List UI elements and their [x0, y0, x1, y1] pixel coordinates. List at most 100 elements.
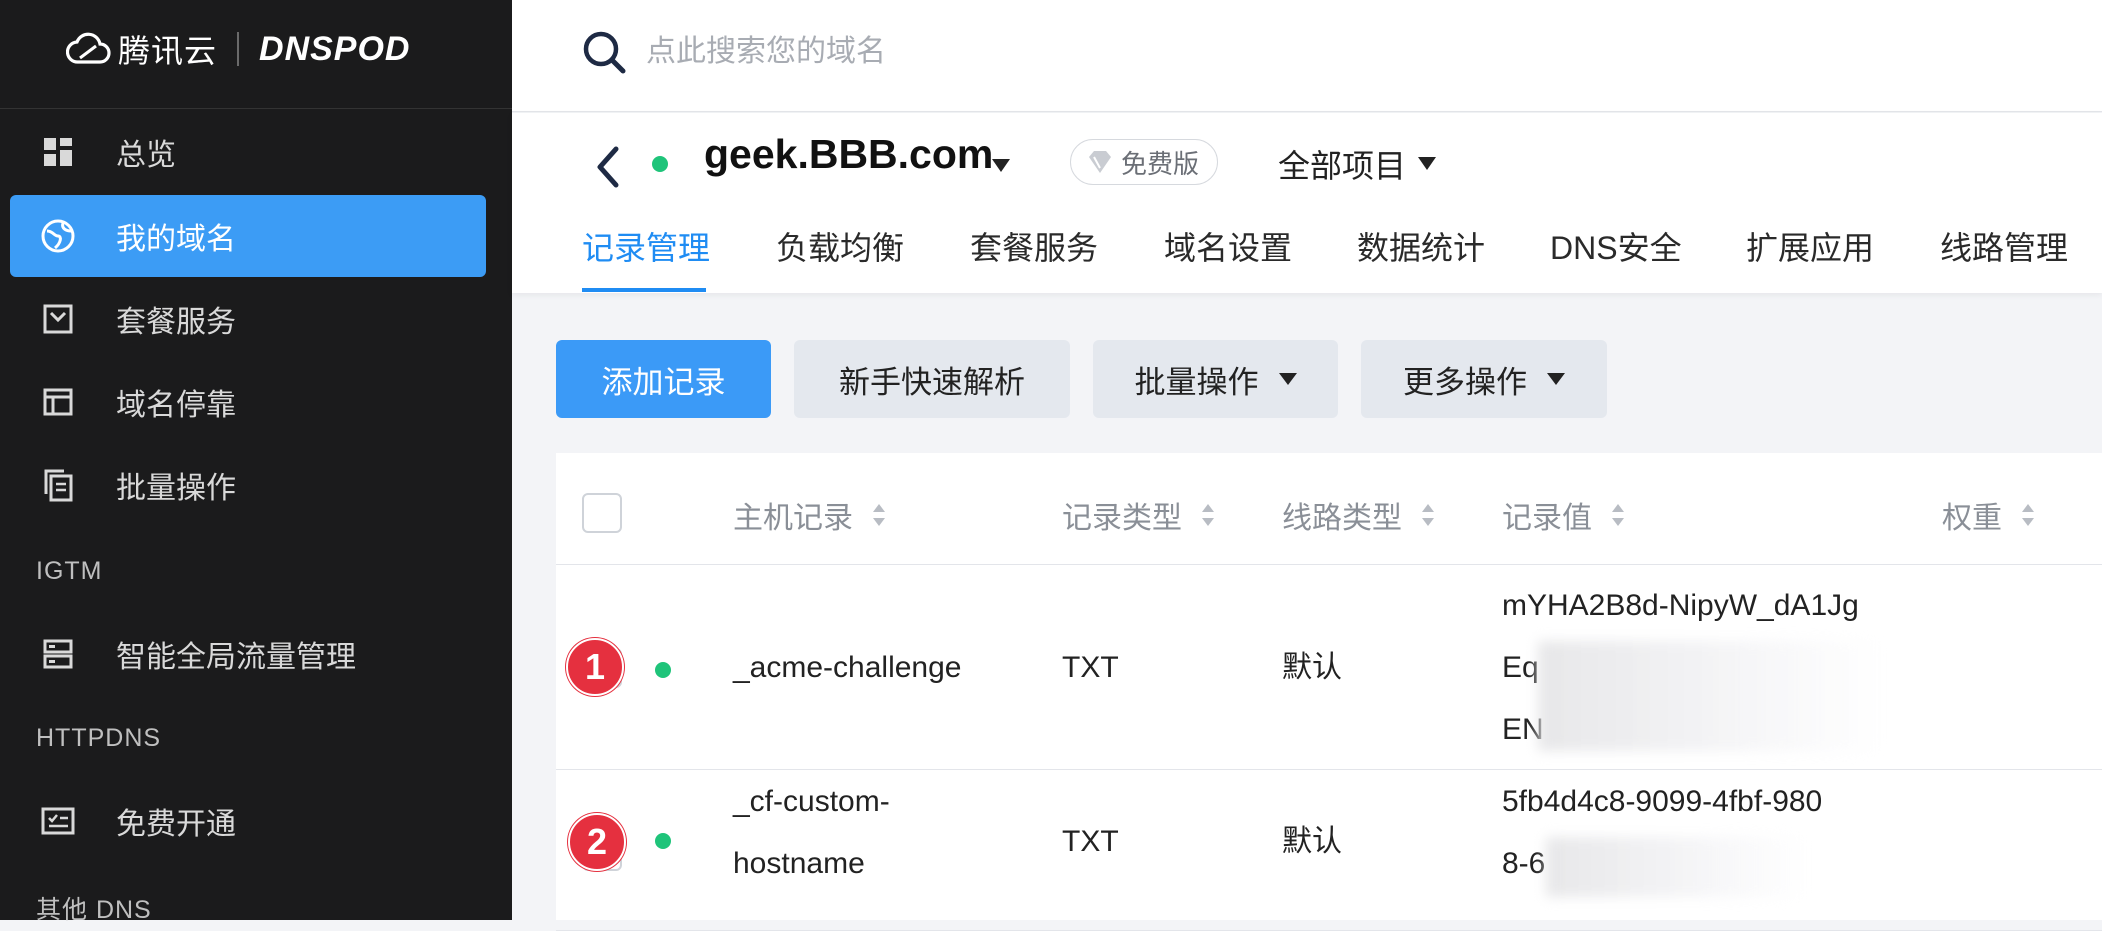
col-value-label: 记录值: [1502, 502, 1592, 535]
annotation-badge: 2: [568, 813, 626, 871]
active-tab-underline: [582, 288, 706, 292]
redacted-value-blur: [1546, 837, 1806, 897]
group-label-igtm: IGTM: [36, 557, 103, 585]
diamond-icon: [1089, 151, 1111, 173]
batch-actions-button[interactable]: 批量操作: [1093, 340, 1338, 418]
checklist-icon: [40, 803, 76, 839]
domain-search-input[interactable]: [644, 28, 1544, 76]
col-type-label: 记录类型: [1062, 502, 1182, 535]
table-header: 主机记录 记录类型 线路类型 记录值 权重: [556, 453, 2102, 565]
more-actions-label: 更多操作: [1403, 364, 1527, 400]
domain-status-dot: [652, 156, 668, 172]
quick-setup-button[interactable]: 新手快速解析: [794, 340, 1070, 418]
tab-statistics[interactable]: 数据统计: [1357, 223, 1485, 269]
sidebar-item-plans[interactable]: 套餐服务: [10, 278, 486, 360]
tab-line-management[interactable]: 线路管理: [1940, 223, 2068, 269]
col-line-label: 线路类型: [1282, 502, 1402, 535]
col-value[interactable]: 记录值: [1502, 493, 1626, 537]
group-label-other-dns: 其他 DNS: [36, 896, 152, 924]
sidebar-item-overview[interactable]: 总览: [10, 111, 486, 193]
record-value-line-2: Eq: [1502, 651, 1539, 684]
redacted-value-blur: [1538, 641, 1883, 751]
table-row[interactable]: 1 _acme-challenge TXT 默认 mYHA2B8d-NipyW_…: [556, 566, 2102, 770]
table-row[interactable]: 2 _cf-custom- hostname TXT 默认 5fb4d4c8-9…: [556, 771, 2102, 931]
chevron-down-icon: [1547, 373, 1565, 385]
sidebar-item-label: 智能全局流量管理: [116, 641, 356, 674]
record-host: _acme-challenge: [733, 651, 962, 684]
domain-header: geek.BBB.com 免费版 全部项目 记录管理 负载均衡 套餐服务 域名设…: [512, 113, 2102, 293]
sidebar-divider: [0, 108, 512, 109]
tab-domain-settings[interactable]: 域名设置: [1164, 223, 1292, 269]
sidebar-item-label: 批量操作: [116, 472, 236, 505]
sidebar-item-label: 我的域名: [116, 223, 236, 256]
globe-icon: [40, 218, 76, 254]
col-weight[interactable]: 权重: [1942, 493, 2036, 537]
brand-en: DNSPOD: [259, 29, 411, 68]
sidebar-item-free-activate[interactable]: 免费开通: [10, 780, 486, 862]
more-actions-button[interactable]: 更多操作: [1361, 340, 1607, 418]
col-host[interactable]: 主机记录: [733, 493, 887, 537]
project-dropdown-caret-icon[interactable]: [1418, 157, 1436, 170]
plan-badge[interactable]: 免费版: [1070, 139, 1219, 185]
col-line[interactable]: 线路类型: [1282, 493, 1436, 537]
record-value-line-1: mYHA2B8d-NipyW_dA1Jg: [1502, 589, 1859, 622]
sidebar-item-label: 免费开通: [116, 808, 236, 841]
col-weight-label: 权重: [1942, 502, 2002, 535]
tab-plans[interactable]: 套餐服务: [970, 223, 1098, 269]
dns-records-table: 主机记录 记录类型 线路类型 记录值 权重 1 _acme-challenge …: [556, 453, 2102, 931]
domain-name[interactable]: geek.BBB.com: [704, 131, 993, 178]
brand-cn: 腾讯云: [118, 33, 218, 69]
back-arrow-icon[interactable]: [592, 143, 622, 191]
add-record-button[interactable]: 添加记录: [556, 340, 771, 418]
logo[interactable]: 腾讯云 DNSPOD: [66, 24, 410, 74]
sidebar-item-batch[interactable]: 批量操作: [10, 444, 486, 526]
sidebar: 腾讯云 DNSPOD 总览 我的域名 套餐服务 域名停靠 批量操作 IGTM 智…: [0, 0, 512, 924]
dashboard-grid-icon: [40, 134, 76, 170]
sort-icon[interactable]: [2022, 502, 2036, 528]
sidebar-item-igtm[interactable]: 智能全局流量管理: [10, 613, 486, 695]
annotation-badge: 1: [566, 638, 624, 696]
record-value-line-1: 5fb4d4c8-9099-4fbf-980: [1502, 785, 1823, 818]
tab-records[interactable]: 记录管理: [582, 223, 710, 269]
record-host-line-2: hostname: [733, 847, 865, 880]
sidebar-item-label: 域名停靠: [116, 389, 236, 422]
chevron-down-icon: [1278, 373, 1297, 385]
record-status-dot: [655, 833, 671, 849]
record-value-line-2: 8-6: [1502, 847, 1546, 880]
group-label-httpdns: HTTPDNS: [36, 724, 162, 752]
select-all-checkbox[interactable]: [582, 493, 622, 533]
domain-dropdown-caret-icon[interactable]: [992, 159, 1010, 172]
copy-stack-icon: [40, 467, 76, 503]
tab-load-balance[interactable]: 负载均衡: [776, 223, 904, 269]
record-line: 默认: [1282, 651, 1342, 684]
record-line: 默认: [1282, 825, 1342, 858]
top-search-bar: [512, 0, 2102, 112]
plan-badge-label: 免费版: [1121, 148, 1200, 179]
sidebar-item-label: 套餐服务: [116, 306, 236, 339]
sort-icon[interactable]: [1422, 502, 1436, 528]
project-select[interactable]: 全部项目: [1278, 141, 1406, 187]
layout-icon: [40, 384, 76, 420]
sidebar-item-parking[interactable]: 域名停靠: [10, 361, 486, 443]
record-status-dot: [655, 662, 671, 678]
record-type: TXT: [1062, 651, 1119, 684]
server-icon: [40, 636, 76, 672]
record-host-line-1: _cf-custom-: [733, 785, 890, 818]
logo-divider: [237, 32, 240, 66]
search-icon[interactable]: [582, 30, 626, 74]
tab-extensions[interactable]: 扩展应用: [1746, 223, 1874, 269]
record-type: TXT: [1062, 825, 1119, 858]
sort-icon[interactable]: [873, 502, 887, 528]
tencent-cloud-logo-icon: [66, 32, 111, 64]
package-icon: [40, 301, 76, 337]
sort-icon[interactable]: [1202, 502, 1216, 528]
sidebar-item-my-domains[interactable]: 我的域名: [10, 195, 486, 277]
sidebar-item-label: 总览: [116, 139, 176, 172]
batch-actions-label: 批量操作: [1134, 364, 1259, 400]
quick-setup-label: 新手快速解析: [839, 364, 1025, 400]
tab-dns-security[interactable]: DNS安全: [1550, 223, 1682, 269]
col-host-label: 主机记录: [733, 502, 853, 535]
col-type[interactable]: 记录类型: [1062, 493, 1216, 537]
sort-icon[interactable]: [1612, 502, 1626, 528]
add-record-label: 添加记录: [601, 364, 726, 400]
